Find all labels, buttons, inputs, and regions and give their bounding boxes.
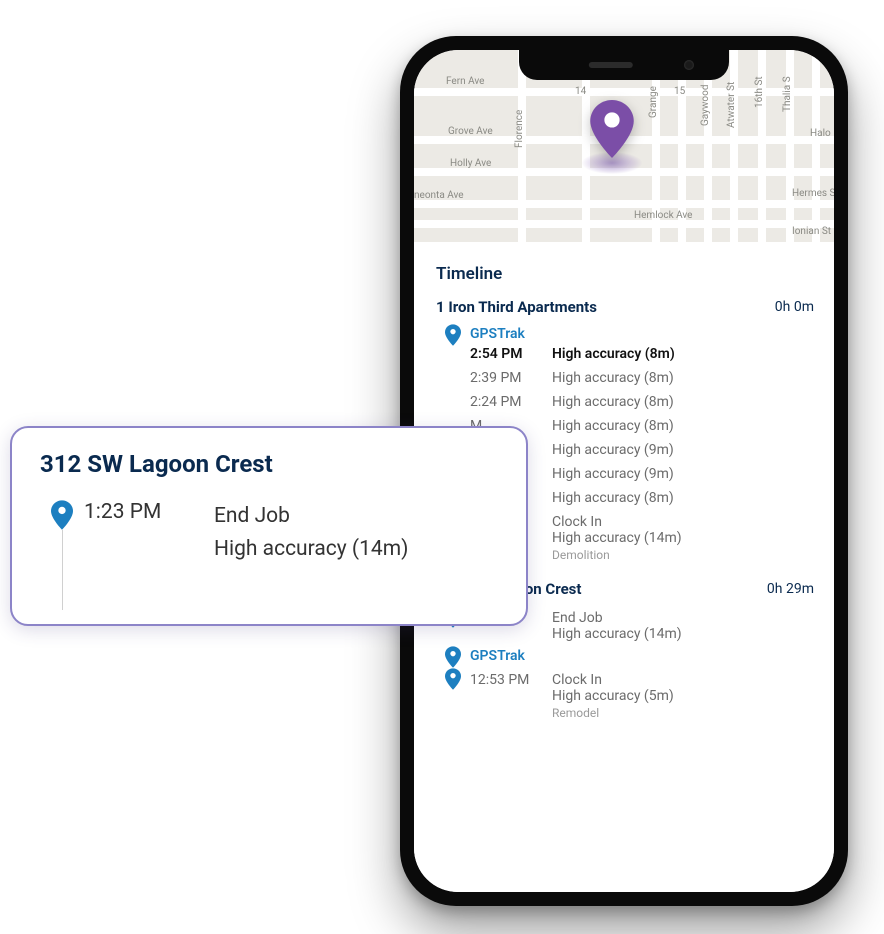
road — [414, 200, 834, 208]
timeline-line — [62, 530, 63, 610]
entry-desc: High accuracy (8m) — [552, 346, 675, 362]
entry-desc-line: High accuracy (14m) — [552, 530, 682, 546]
entry-desc-line: High accuracy (9m) — [552, 442, 674, 458]
entry-desc: High accuracy (8m) — [552, 418, 674, 434]
entry-desc-line: High accuracy (8m) — [552, 346, 675, 362]
map-pin-icon[interactable] — [590, 100, 634, 158]
entry-desc: Clock InHigh accuracy (5m) Remodel — [552, 672, 674, 720]
road — [414, 88, 834, 96]
street-label: Gaywood — [700, 85, 711, 126]
entry-desc: High accuracy (8m) — [552, 370, 674, 386]
road — [812, 50, 820, 242]
job-duration: 0h 29m — [767, 581, 814, 597]
job-title[interactable]: 1 Iron Third Apartments — [436, 298, 597, 316]
street-label: Thalia S — [782, 76, 793, 112]
pin-icon — [445, 668, 461, 690]
entry-desc: High accuracy (9m) — [552, 442, 674, 458]
entry-sub: Remodel — [552, 706, 674, 720]
entry-time: 2:39 PM — [470, 370, 552, 386]
street-label: neonta Ave — [414, 190, 464, 201]
pin-icon — [445, 646, 461, 668]
entry-desc-line: High accuracy (14m) — [552, 626, 682, 642]
entry-desc-line: End Job — [552, 610, 603, 626]
pin-icon — [445, 324, 461, 346]
street-label: 16th St — [754, 76, 765, 108]
gps-label: GPSTrak — [470, 646, 814, 664]
street-label: Fern Ave — [446, 76, 484, 87]
street-label: 15 — [674, 86, 685, 97]
pin-icon — [51, 500, 73, 530]
callout-desc-line: High accuracy (14m) — [214, 537, 408, 561]
entry-desc-line: Clock In — [552, 672, 602, 688]
street-label: Ionian St — [792, 226, 831, 237]
street-label: Grange — [648, 86, 659, 118]
road — [414, 220, 834, 228]
callout-time: 1:23 PM — [84, 500, 214, 524]
job-duration: 0h 0m — [775, 299, 814, 315]
street-label: Atwater St — [726, 82, 737, 128]
street-label: Florence — [514, 110, 525, 148]
page-title: Timeline — [436, 264, 814, 284]
entry-desc: High accuracy (8m) — [552, 490, 674, 506]
phone-notch — [519, 50, 729, 80]
gps-label: GPSTrak — [470, 324, 814, 342]
timeline-entry[interactable]: 2:54 PMHigh accuracy (8m) — [470, 342, 814, 366]
entry-time: 2:54 PM — [470, 346, 552, 362]
entry-desc: End JobHigh accuracy (14m) — [552, 610, 682, 642]
street-label: Hermes S — [792, 188, 834, 199]
street-label: Halo — [810, 128, 831, 139]
callout-desc-line: End Job — [214, 504, 290, 528]
timeline-entry[interactable]: 2:39 PMHigh accuracy (8m) — [470, 366, 814, 390]
entry-desc-line: High accuracy (9m) — [552, 466, 674, 482]
entry-time: 12:53 PM — [470, 672, 552, 720]
callout-title: 312 SW Lagoon Crest — [40, 450, 498, 478]
timeline-entry[interactable]: 12:53 PMClock InHigh accuracy (5m) Remode… — [470, 668, 814, 724]
detail-callout: 312 SW Lagoon Crest 1:23 PM End Job High… — [10, 426, 528, 626]
entry-desc-line: High accuracy (8m) — [552, 370, 674, 386]
entry-desc-line: Clock In — [552, 514, 602, 530]
entry-desc-line: High accuracy (8m) — [552, 394, 674, 410]
entry-desc: High accuracy (9m) — [552, 466, 674, 482]
street-label: Hemlock Ave — [634, 210, 693, 221]
entry-desc-line: High accuracy (8m) — [552, 418, 674, 434]
entry-desc: Clock InHigh accuracy (14m) Demolition — [552, 514, 682, 562]
callout-desc: End Job High accuracy (14m) — [214, 500, 408, 565]
street-label: Holly Ave — [450, 158, 491, 169]
entry-time: 2:24 PM — [470, 394, 552, 410]
timeline-entry[interactable]: 2:24 PMHigh accuracy (8m) — [470, 390, 814, 414]
entry-desc-line: High accuracy (5m) — [552, 688, 674, 704]
entry-desc: High accuracy (8m) — [552, 394, 674, 410]
road — [730, 50, 738, 242]
street-label: Grove Ave — [448, 126, 493, 137]
entry-desc-line: High accuracy (8m) — [552, 490, 674, 506]
street-label: 14 — [575, 86, 586, 97]
entry-sub: Demolition — [552, 548, 682, 562]
